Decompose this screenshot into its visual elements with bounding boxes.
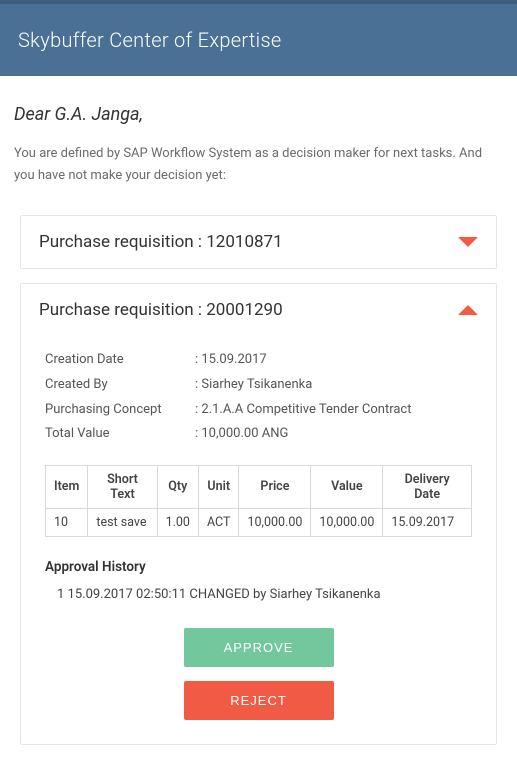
reject-button[interactable]: REJECT — [184, 681, 334, 720]
requisition-title: Purchase requisition : 20001290 — [39, 300, 458, 320]
meta-row: Purchasing Concept : 2.1.A.A Competitive… — [45, 398, 472, 423]
requisition-body: Creation Date : 15.09.2017 Created By : … — [21, 336, 496, 744]
approve-button[interactable]: APPROVE — [184, 628, 334, 667]
approval-history-title: Approval History — [45, 559, 472, 575]
cell-delivery-date: 15.09.2017 — [383, 508, 472, 536]
cell-unit: ACT — [198, 508, 239, 536]
col-short-text: Short Text — [88, 465, 157, 508]
app-header: Skybuffer Center of Expertise — [0, 0, 517, 76]
col-unit: Unit — [198, 465, 239, 508]
meta-label: Purchasing Concept — [45, 398, 195, 423]
items-table: Item Short Text Qty Unit Price Value Del… — [45, 465, 472, 537]
cell-price: 10,000.00 — [239, 508, 311, 536]
col-item: Item — [46, 465, 88, 508]
intro-text: You are defined by SAP Workflow System a… — [14, 143, 503, 187]
meta-value: : Siarhey Tsikanenka — [195, 373, 312, 398]
requisition-header[interactable]: Purchase requisition : 12010871 — [21, 216, 496, 268]
col-price: Price — [239, 465, 311, 508]
col-delivery-date: Delivery Date — [383, 465, 472, 508]
meta-value: : 15.09.2017 — [195, 348, 267, 373]
meta-value: : 10,000.00 ANG — [195, 422, 288, 447]
col-value: Value — [311, 465, 383, 508]
col-qty: Qty — [157, 465, 198, 508]
meta-row: Total Value : 10,000.00 ANG — [45, 422, 472, 447]
chevron-up-icon — [458, 305, 478, 315]
app-title: Skybuffer Center of Expertise — [18, 28, 282, 52]
action-buttons: APPROVE REJECT — [45, 628, 472, 720]
requisition-header[interactable]: Purchase requisition : 20001290 — [21, 284, 496, 336]
main-content: Dear G.A. Janga, You are defined by SAP … — [0, 76, 517, 745]
requisition-title: Purchase requisition : 12010871 — [39, 232, 458, 252]
cell-item: 10 — [46, 508, 88, 536]
chevron-down-icon — [458, 237, 478, 247]
requisition-panel: Purchase requisition : 20001290 Creation… — [20, 283, 497, 745]
cell-value: 10,000.00 — [311, 508, 383, 536]
meta-row: Creation Date : 15.09.2017 — [45, 348, 472, 373]
meta-label: Created By — [45, 373, 195, 398]
approval-history-entry: 1 15.09.2017 02:50:11 CHANGED by Siarhey… — [57, 587, 472, 602]
meta-row: Created By : Siarhey Tsikanenka — [45, 373, 472, 398]
meta-label: Creation Date — [45, 348, 195, 373]
cell-short-text: test save — [88, 508, 157, 536]
meta-value: : 2.1.A.A Competitive Tender Contract — [195, 398, 411, 423]
meta-label: Total Value — [45, 422, 195, 447]
greeting: Dear G.A. Janga, — [14, 104, 503, 125]
table-header-row: Item Short Text Qty Unit Price Value Del… — [46, 465, 472, 508]
table-row: 10 test save 1.00 ACT 10,000.00 10,000.0… — [46, 508, 472, 536]
cell-qty: 1.00 — [157, 508, 198, 536]
requisition-panel: Purchase requisition : 12010871 — [20, 215, 497, 269]
